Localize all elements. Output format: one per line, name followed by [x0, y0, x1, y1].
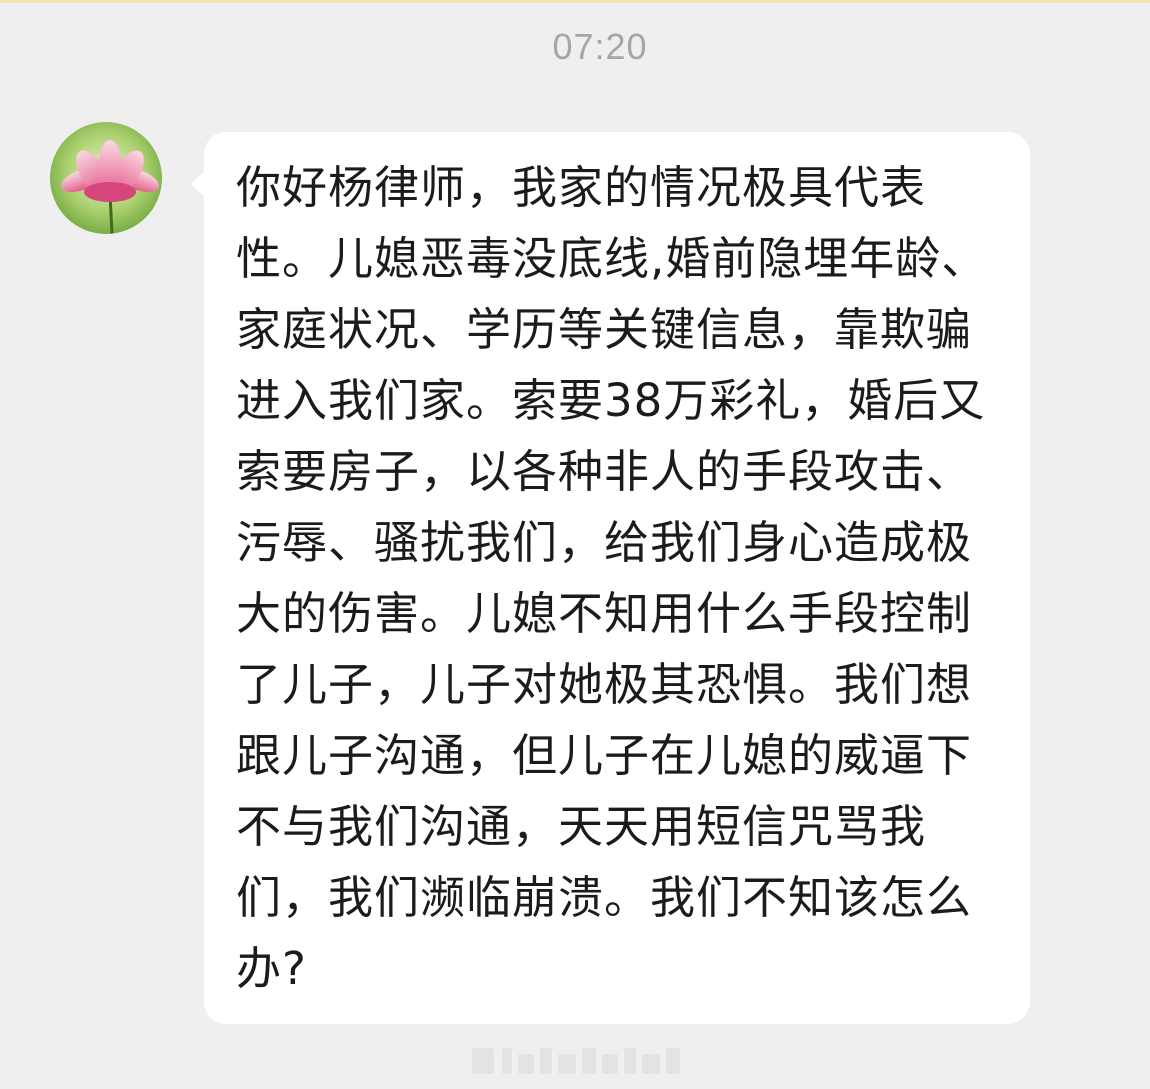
message-timestamp: 07:20	[552, 26, 648, 67]
watermark-icon	[472, 1048, 680, 1074]
message-text: 你好杨律师，我家的情况极具代表性。儿媳恶毒没底线,婚前隐埋年龄、家庭状况、学历等…	[236, 161, 988, 995]
lotus-flower-avatar-icon	[50, 122, 162, 234]
sender-avatar[interactable]	[50, 122, 162, 234]
top-edge-divider	[0, 0, 1150, 3]
